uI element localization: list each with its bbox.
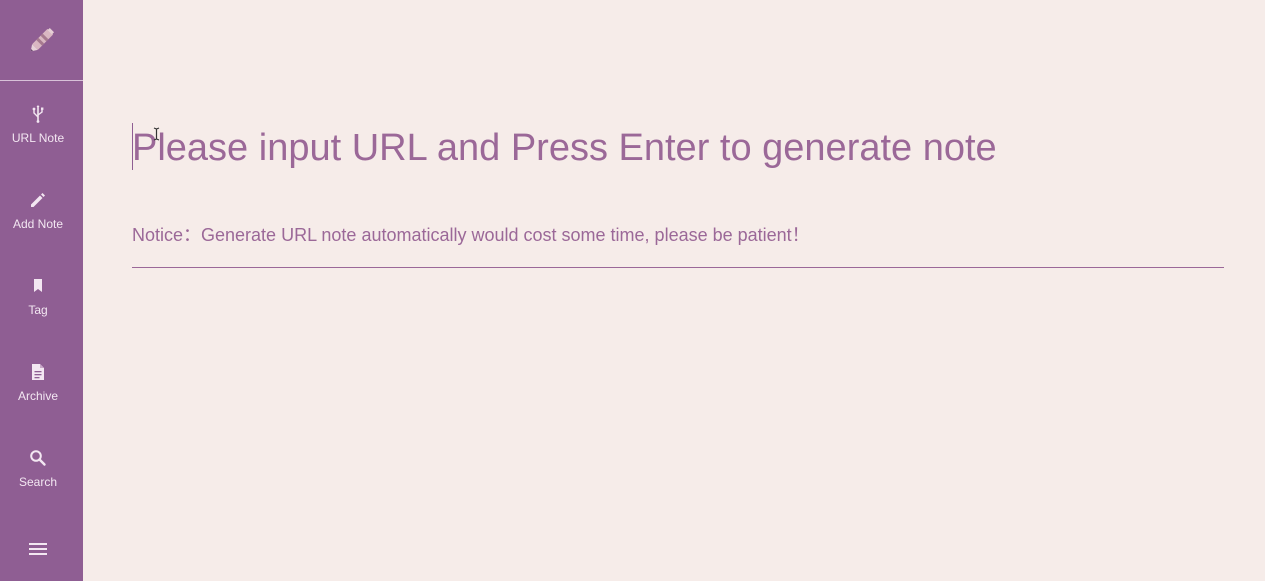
usb-icon [28,104,48,124]
notice-text: Notice：Generate URL note automatically w… [132,225,810,245]
hamburger-menu-icon [29,543,47,555]
sidebar-item-label: Search [18,475,58,489]
document-icon [28,362,48,382]
sidebar-item-add-note[interactable]: Add Note [0,190,76,248]
ibeam-cursor-icon [153,127,160,141]
sidebar-item-label: Tag [28,303,48,317]
sidebar-item-label: Archive [17,389,58,403]
sidebar-item-tag[interactable]: Tag [0,276,76,334]
main-content: Notice：Generate URL note automatically w… [83,0,1265,581]
divider [132,267,1224,268]
bookmark-icon [28,276,48,296]
url-input[interactable] [132,124,1192,172]
pencil-icon [28,190,48,210]
sidebar-item-archive[interactable]: Archive [0,362,76,420]
app-window: URL Note Add Note Tag Archive Search Ple… [0,0,1265,581]
search-icon [28,448,48,468]
sidebar-item-label: Add Note [12,217,64,231]
app-logo[interactable] [0,0,83,81]
sidebar-item-search[interactable]: Search [0,448,76,506]
text-caret [132,123,133,170]
sidebar: URL Note Add Note Tag Archive Search [0,0,83,581]
menu-button[interactable] [27,539,49,559]
sidebar-item-url-note[interactable]: URL Note [0,104,76,162]
pen-logo-icon [30,27,54,52]
sidebar-item-label: URL Note [11,131,65,145]
